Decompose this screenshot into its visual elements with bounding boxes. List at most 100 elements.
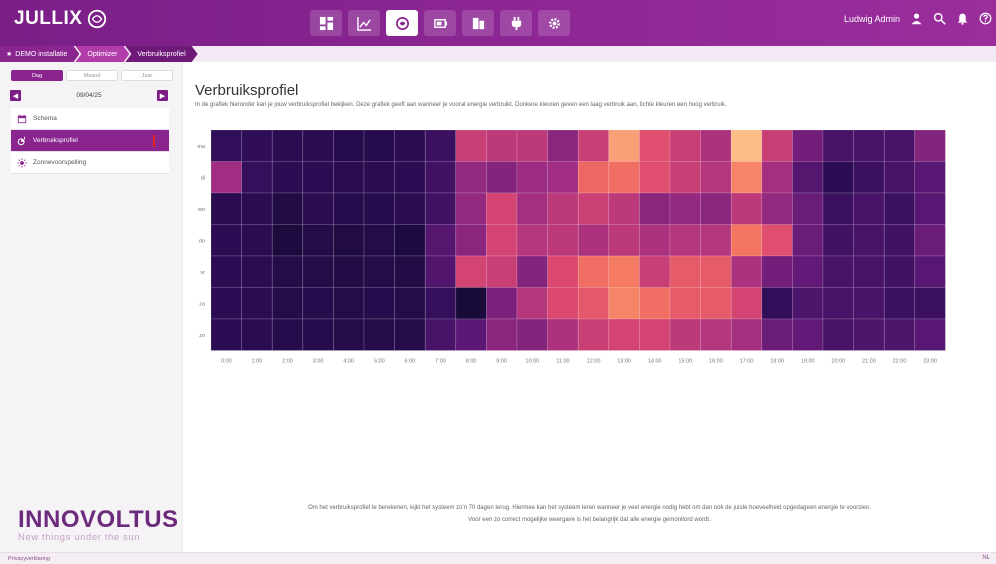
heatmap-cell[interactable] <box>853 161 885 194</box>
heatmap-cell[interactable] <box>914 287 946 320</box>
heatmap-cell[interactable] <box>363 287 395 320</box>
breadcrumb-item-current[interactable]: Verbruiksprofiel <box>125 46 197 62</box>
heatmap-cell[interactable] <box>486 161 518 194</box>
heatmap-cell[interactable] <box>639 129 671 162</box>
heatmap-cell[interactable] <box>792 318 824 351</box>
heatmap-cell[interactable] <box>455 255 487 288</box>
heatmap-cell[interactable] <box>883 192 916 225</box>
breadcrumb-item-installation[interactable]: ★ DEMO installatie <box>0 46 79 62</box>
heatmap-cell[interactable] <box>210 192 242 225</box>
heatmap-cell[interactable] <box>883 129 916 162</box>
heatmap-cell[interactable] <box>761 318 793 351</box>
heatmap-cell[interactable] <box>516 192 548 225</box>
heatmap-cell[interactable] <box>210 287 242 320</box>
heatmap-cell[interactable] <box>547 192 579 225</box>
heatmap-cell[interactable] <box>333 161 365 194</box>
sidebar-item-schema[interactable]: Schema <box>11 108 169 130</box>
heatmap-cell[interactable] <box>241 129 273 162</box>
heatmap-cell[interactable] <box>853 287 885 320</box>
heatmap-cell[interactable] <box>700 224 732 257</box>
tab-day[interactable]: Dag <box>11 70 63 81</box>
sidebar-item-verbruiksprofiel[interactable]: Verbruiksprofiel <box>11 130 169 152</box>
heatmap-cell[interactable] <box>271 318 304 351</box>
heatmap-cell[interactable] <box>730 255 763 288</box>
heatmap-cell[interactable] <box>792 287 824 320</box>
heatmap-cell[interactable] <box>700 192 732 225</box>
heatmap-cell[interactable] <box>853 192 885 225</box>
heatmap-cell[interactable] <box>669 318 701 351</box>
heatmap-cell[interactable] <box>639 318 671 351</box>
heatmap-cell[interactable] <box>639 161 671 194</box>
heatmap-cell[interactable] <box>822 287 854 320</box>
heatmap-cell[interactable] <box>700 161 732 194</box>
heatmap-cell[interactable] <box>455 318 487 351</box>
heatmap-cell[interactable] <box>761 287 793 320</box>
heatmap-cell[interactable] <box>700 129 732 162</box>
heatmap-cell[interactable] <box>608 287 640 320</box>
heatmap-cell[interactable] <box>516 129 548 162</box>
heatmap-cell[interactable] <box>394 255 426 288</box>
heatmap-cell[interactable] <box>333 318 365 351</box>
heatmap-cell[interactable] <box>302 129 334 162</box>
heatmap-cell[interactable] <box>883 255 916 288</box>
heatmap-cell[interactable] <box>730 161 763 194</box>
heatmap-cell[interactable] <box>761 192 793 225</box>
heatmap-cell[interactable] <box>302 224 334 257</box>
next-date-button[interactable]: ▶ <box>157 90 168 101</box>
heatmap-cell[interactable] <box>853 318 885 351</box>
heatmap-cell[interactable] <box>363 318 395 351</box>
heatmap-cell[interactable] <box>424 129 457 162</box>
heatmap-cell[interactable] <box>792 255 824 288</box>
heatmap-cell[interactable] <box>639 287 671 320</box>
heatmap-cell[interactable] <box>516 161 548 194</box>
user-icon[interactable] <box>910 12 923 25</box>
heatmap-cell[interactable] <box>822 161 854 194</box>
heatmap-cell[interactable] <box>271 255 304 288</box>
heatmap-cell[interactable] <box>792 161 824 194</box>
heatmap-cell[interactable] <box>700 287 732 320</box>
heatmap-cell[interactable] <box>822 129 854 162</box>
heatmap-cell[interactable] <box>210 224 242 257</box>
heatmap-cell[interactable] <box>363 161 395 194</box>
heatmap-cell[interactable] <box>333 192 365 225</box>
nav-settings-button[interactable] <box>538 10 570 36</box>
heatmap-cell[interactable] <box>700 255 732 288</box>
tab-year[interactable]: Jaar <box>121 70 173 81</box>
heatmap-cell[interactable] <box>700 318 732 351</box>
heatmap-cell[interactable] <box>608 318 640 351</box>
heatmap-cell[interactable] <box>761 129 793 162</box>
heatmap-cell[interactable] <box>363 255 395 288</box>
heatmap-cell[interactable] <box>761 255 793 288</box>
nav-device-button[interactable] <box>462 10 494 36</box>
heatmap-cell[interactable] <box>210 129 242 162</box>
heatmap-cell[interactable] <box>730 287 763 320</box>
heatmap-cell[interactable] <box>241 224 273 257</box>
heatmap-cell[interactable] <box>608 224 640 257</box>
heatmap-cell[interactable] <box>822 192 854 225</box>
heatmap-cell[interactable] <box>577 161 610 194</box>
heatmap-cell[interactable] <box>669 161 701 194</box>
heatmap-cell[interactable] <box>547 161 579 194</box>
heatmap-cell[interactable] <box>241 161 273 194</box>
heatmap-cell[interactable] <box>302 255 334 288</box>
heatmap-cell[interactable] <box>455 224 487 257</box>
heatmap-cell[interactable] <box>883 161 916 194</box>
heatmap-cell[interactable] <box>271 287 304 320</box>
heatmap-cell[interactable] <box>577 318 610 351</box>
heatmap-cell[interactable] <box>424 318 457 351</box>
heatmap-cell[interactable] <box>608 161 640 194</box>
heatmap-cell[interactable] <box>455 161 487 194</box>
heatmap-cell[interactable] <box>241 255 273 288</box>
heatmap-cell[interactable] <box>424 192 457 225</box>
heatmap-cell[interactable] <box>424 224 457 257</box>
heatmap-cell[interactable] <box>210 318 242 351</box>
heatmap-cell[interactable] <box>914 192 946 225</box>
heatmap-cell[interactable] <box>761 224 793 257</box>
heatmap-cell[interactable] <box>822 255 854 288</box>
heatmap-cell[interactable] <box>792 224 824 257</box>
heatmap-cell[interactable] <box>241 192 273 225</box>
sidebar-item-zonnevoorspelling[interactable]: Zonnevoorspelling <box>11 152 169 174</box>
heatmap-cell[interactable] <box>669 192 701 225</box>
heatmap-cell[interactable] <box>516 318 548 351</box>
heatmap-cell[interactable] <box>822 224 854 257</box>
